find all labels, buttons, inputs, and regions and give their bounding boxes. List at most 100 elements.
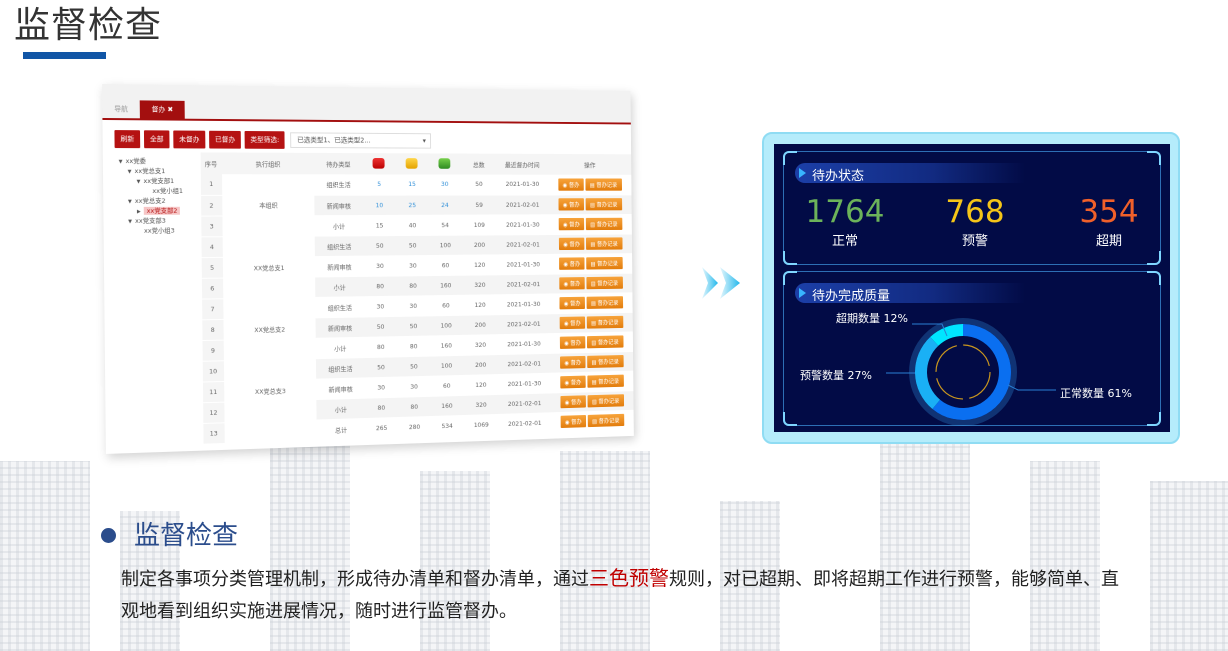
cell-red[interactable]: 10 — [362, 194, 396, 216]
cell-ops: ◉ 督办 ▤ 督办记录 — [550, 390, 634, 413]
cell-green[interactable]: 30 — [428, 174, 462, 195]
label-normal: 正常数量 61% — [1060, 387, 1132, 400]
cell-yellow: 50 — [397, 315, 430, 337]
cell-org: XX党总支3 — [223, 358, 317, 423]
type-filter-select[interactable]: 已选类型1、已选类型2... ▾ — [290, 132, 432, 149]
supervised-button[interactable]: 已督办 — [209, 130, 241, 149]
header-org: 执行组织 — [221, 152, 315, 175]
supervise-button[interactable]: ◉ 督办 — [558, 237, 585, 251]
tree-item[interactable]: ▼ xx党支部1 — [115, 176, 201, 186]
cell-green: 60 — [429, 294, 463, 316]
cell-red: 15 — [362, 214, 397, 236]
tree-item[interactable]: ▼ xx党委 — [115, 156, 201, 166]
supervise-record-button[interactable]: ▤ 督办记录 — [585, 178, 622, 191]
tab-supervise[interactable]: 督办 ✖ — [139, 100, 185, 119]
supervise-button[interactable]: ◉ 督办 — [560, 414, 587, 429]
supervise-record-button[interactable]: ▤ 督办记录 — [587, 413, 624, 428]
tree-item[interactable]: ▼ xx党总支1 — [115, 166, 201, 176]
double-chevron-right-icon — [702, 267, 740, 299]
tab-nav[interactable]: 导航 — [102, 100, 140, 118]
red-status-icon — [372, 157, 385, 169]
cell-type: 新闻审核 — [316, 377, 365, 400]
supervise-button[interactable]: ◉ 督办 — [558, 257, 585, 270]
supervise-button[interactable]: ◉ 督办 — [560, 375, 586, 389]
cell-type: 组织生活 — [314, 235, 364, 257]
cell-red: 50 — [364, 356, 398, 378]
unsupervised-button[interactable]: 未督办 — [173, 130, 206, 149]
cell-red[interactable]: 5 — [362, 174, 396, 195]
cell-yellow[interactable]: 15 — [395, 174, 429, 195]
supervise-record-button[interactable]: ▤ 督办记录 — [586, 315, 623, 329]
supervise-record-button[interactable]: ▤ 督办记录 — [587, 374, 624, 388]
supervise-button[interactable]: ◉ 督办 — [559, 277, 585, 290]
title-underline — [23, 52, 106, 59]
supervise-record-button[interactable]: ▤ 督办记录 — [587, 355, 624, 369]
supervise-record-button[interactable]: ▤ 督办记录 — [585, 217, 622, 231]
cell-green: 100 — [429, 314, 463, 336]
tree-item[interactable]: ▼ xx党总支2 — [115, 196, 201, 206]
cell-total: 320 — [461, 274, 498, 295]
cell-total: 320 — [462, 334, 499, 355]
supervise-button[interactable]: ◉ 督办 — [559, 316, 586, 330]
cell-org: XX党总支2 — [222, 296, 317, 361]
tree-item-label: xx党支部1 — [143, 177, 175, 186]
tree-item-label: xx党总支2 — [134, 196, 166, 205]
stat-warning: 768 预警 — [920, 194, 1030, 249]
tree-item[interactable]: xx党小组3 — [115, 226, 201, 236]
yellow-status-icon — [405, 157, 418, 169]
cell-green: 534 — [430, 415, 464, 437]
cell-ops: ◉ 督办 ▤ 督办记录 — [549, 331, 634, 353]
cell-green: 100 — [430, 354, 463, 376]
header-green — [428, 153, 461, 175]
supervise-record-button[interactable]: ▤ 督办记录 — [585, 237, 623, 250]
header-red — [362, 153, 396, 175]
cell-ops: ◉ 督办 ▤ 督办记录 — [549, 311, 633, 334]
cell-ops: ◉ 督办 ▤ 督办记录 — [550, 409, 634, 433]
cell-total: 109 — [461, 214, 498, 235]
supervise-button[interactable]: ◉ 督办 — [558, 198, 584, 211]
cell-ops: ◉ 督办 ▤ 督办记录 — [547, 174, 632, 195]
tree-item[interactable]: ▼ xx党支部3 — [115, 216, 201, 226]
cell-seq: 10 — [202, 360, 224, 382]
cell-last-time: 2021-01-30 — [498, 372, 551, 394]
supervise-button[interactable]: ◉ 督办 — [558, 178, 584, 191]
cell-seq: 6 — [201, 277, 223, 299]
supervise-record-button[interactable]: ▤ 督办记录 — [586, 296, 623, 309]
supervise-record-button[interactable]: ▤ 督办记录 — [586, 335, 624, 349]
cell-seq: 4 — [201, 236, 223, 258]
stat-overdue: 354 超期 — [1054, 194, 1164, 249]
cell-green[interactable]: 24 — [428, 194, 462, 215]
refresh-button[interactable]: 刷新 — [114, 130, 141, 149]
supervise-button[interactable]: ◉ 督办 — [560, 395, 586, 409]
cell-yellow[interactable]: 25 — [395, 194, 429, 215]
cell-last-time: 2021-01-30 — [497, 293, 550, 315]
cell-seq: 12 — [202, 401, 225, 423]
header-total: 总数 — [460, 153, 497, 175]
cell-type: 组织生活 — [314, 174, 363, 195]
cell-ops: ◉ 督办 ▤ 督办记录 — [548, 253, 633, 274]
cell-red: 30 — [363, 255, 397, 276]
supervise-record-button[interactable]: ▤ 督办记录 — [585, 198, 622, 211]
supervise-button[interactable]: ◉ 督办 — [559, 336, 586, 349]
supervise-button[interactable]: ◉ 督办 — [558, 217, 585, 231]
supervision-table-screenshot: 导航 督办 ✖ 刷新 全部 未督办 已督办 类型筛选: 已选类型1、已选类型2.… — [102, 83, 634, 454]
all-button[interactable]: 全部 — [143, 130, 170, 149]
cell-red: 80 — [364, 396, 399, 419]
cell-type: 新闻审核 — [314, 194, 363, 216]
supervise-record-button[interactable]: ▤ 督办记录 — [586, 276, 623, 290]
supervise-record-button[interactable]: ▤ 督办记录 — [587, 394, 624, 408]
cell-last-time: 2021-02-01 — [498, 313, 550, 335]
cell-org: 本组织 — [221, 174, 315, 237]
quality-donut-chart — [886, 318, 1056, 426]
cell-total: 50 — [460, 174, 497, 195]
supervise-button[interactable]: ◉ 督办 — [559, 355, 586, 369]
supervise-record-button[interactable]: ▤ 督办记录 — [586, 256, 623, 270]
cell-total: 59 — [461, 194, 498, 215]
cell-green: 100 — [428, 234, 462, 256]
supervise-button[interactable]: ◉ 督办 — [559, 296, 585, 310]
tree-item[interactable]: ▶ xx党支部2 — [115, 206, 201, 216]
tree-item[interactable]: xx党小组1 — [115, 186, 201, 196]
cell-type: 小计 — [314, 215, 364, 236]
tree-item-label: xx党委 — [125, 157, 146, 166]
cell-yellow: 50 — [396, 234, 430, 256]
